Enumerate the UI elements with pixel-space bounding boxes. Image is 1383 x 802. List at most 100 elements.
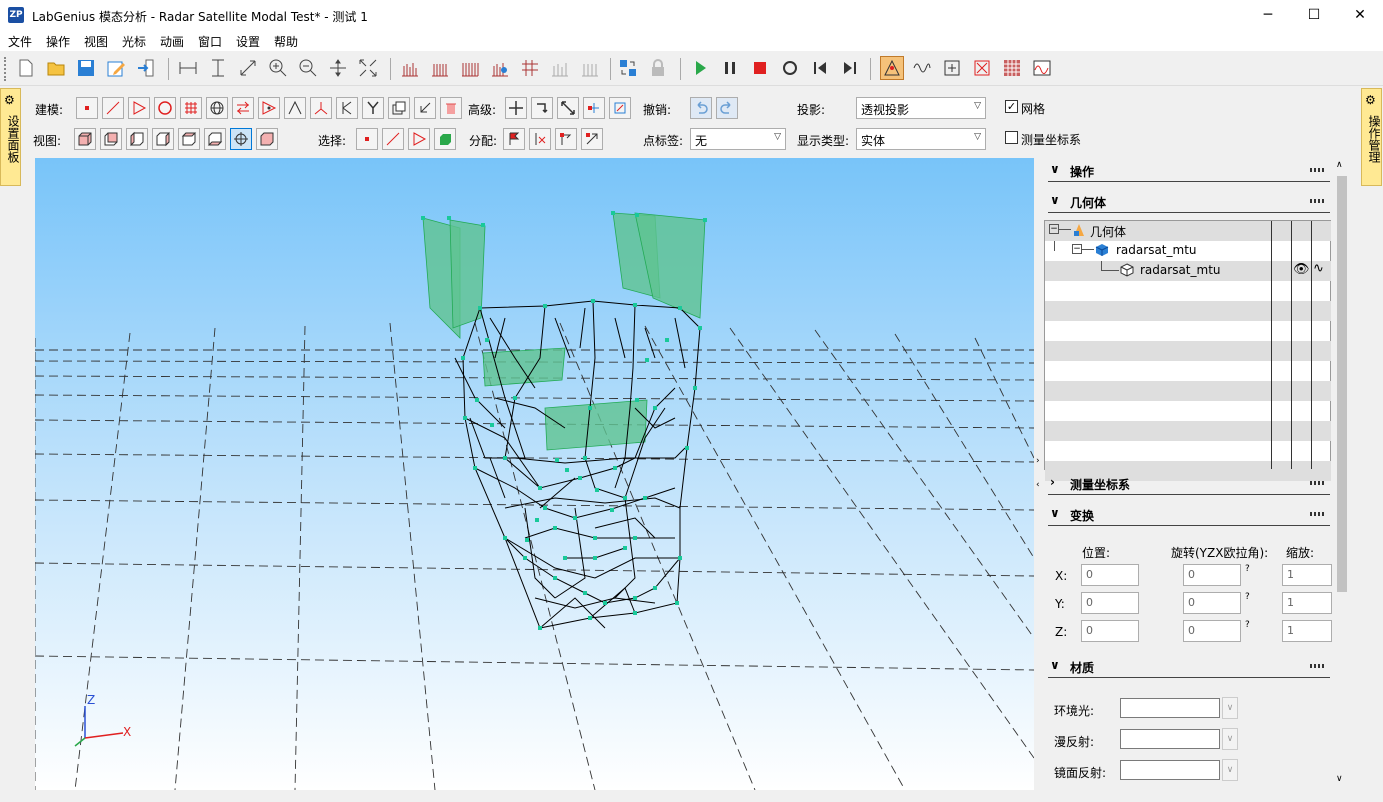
new-file-icon[interactable]	[14, 56, 38, 80]
chevron-left-icon[interactable]: ‹	[1036, 480, 1040, 490]
menu-operation[interactable]: 操作	[46, 33, 70, 50]
rotation-y-input[interactable]: 0	[1183, 592, 1241, 614]
copy-button[interactable]	[388, 97, 410, 119]
add-node-button[interactable]	[583, 97, 605, 119]
geometry-mode-icon[interactable]	[880, 56, 904, 80]
measure-horizontal-icon[interactable]	[176, 56, 200, 80]
stop-icon[interactable]	[748, 56, 772, 80]
ambient-color-box[interactable]	[1120, 698, 1220, 718]
rotation-x-input[interactable]: 0	[1183, 564, 1241, 586]
specular-dropdown[interactable]: ∨	[1222, 759, 1238, 781]
transfer-button[interactable]	[232, 97, 254, 119]
position-z-input[interactable]: 0	[1081, 620, 1139, 642]
scrollbar-thumb[interactable]	[1337, 176, 1347, 592]
assign-remove-button[interactable]	[529, 128, 551, 150]
fit-icon[interactable]	[356, 56, 380, 80]
bar-chart-icon[interactable]	[428, 56, 452, 80]
operation-manager-tab[interactable]: ⚙ 操作管理	[1361, 88, 1382, 186]
bar-chart-icon[interactable]	[398, 56, 422, 80]
point-label-select[interactable]: 无 ▽	[690, 128, 786, 150]
grip-icon[interactable]	[1310, 168, 1324, 172]
bar-chart-icon[interactable]	[458, 56, 482, 80]
move-down-button[interactable]	[414, 97, 436, 119]
open-folder-icon[interactable]	[44, 56, 68, 80]
save-icon[interactable]	[74, 56, 98, 80]
view-front-button[interactable]	[74, 128, 96, 150]
shape-icon[interactable]	[970, 56, 994, 80]
measure-coord-checkbox[interactable]	[1005, 131, 1018, 144]
add-circle-button[interactable]	[154, 97, 176, 119]
view-back-button[interactable]	[100, 128, 122, 150]
grip-icon[interactable]	[1310, 199, 1324, 203]
right-panel-scrollbar[interactable]: ∧ ∨	[1333, 158, 1350, 790]
measure-diagonal-icon[interactable]	[236, 56, 260, 80]
toolbar-grip[interactable]	[4, 57, 7, 81]
view-reset-button[interactable]	[256, 128, 278, 150]
edit-icon[interactable]	[104, 56, 128, 80]
lock-icon[interactable]	[646, 56, 670, 80]
ambient-dropdown[interactable]: ∨	[1222, 697, 1238, 719]
undo-button[interactable]	[690, 97, 712, 119]
redo-button[interactable]	[716, 97, 738, 119]
rotation-x-help[interactable]: ?	[1245, 564, 1250, 574]
skip-back-icon[interactable]	[808, 56, 832, 80]
tree-row[interactable]: − 几何体	[1045, 221, 1331, 241]
minimize-button[interactable]: ─	[1245, 0, 1291, 31]
menu-cursor[interactable]: 光标	[122, 33, 146, 50]
panel-splitter[interactable]: › ‹	[1034, 158, 1044, 790]
view-left-button[interactable]	[126, 128, 148, 150]
geometry-section-header[interactable]: ∨ 几何体	[1048, 191, 1330, 213]
scene-canvas[interactable]: Z X	[35, 158, 1034, 790]
grid-checkbox[interactable]: ✓	[1005, 100, 1018, 113]
collapse-toggle[interactable]: −	[1072, 244, 1082, 254]
specular-color-box[interactable]	[1120, 760, 1220, 780]
grid-chart-icon[interactable]	[518, 56, 542, 80]
menu-window[interactable]: 窗口	[198, 33, 222, 50]
add-line-button[interactable]	[102, 97, 124, 119]
position-y-input[interactable]: 0	[1081, 592, 1139, 614]
zoom-in-icon[interactable]	[266, 56, 290, 80]
grid-chart-icon[interactable]	[548, 56, 572, 80]
menu-view[interactable]: 视图	[84, 33, 108, 50]
collapse-toggle[interactable]: −	[1049, 224, 1059, 234]
delete-button[interactable]	[440, 97, 462, 119]
assign-vector-button[interactable]	[581, 128, 603, 150]
maximize-button[interactable]: ☐	[1291, 0, 1337, 31]
import-icon[interactable]	[134, 56, 158, 80]
grip-icon[interactable]	[1310, 664, 1324, 668]
settings-panel-tab[interactable]: ⚙ 设置面板	[0, 88, 21, 186]
assign-direction-button[interactable]	[555, 128, 577, 150]
pause-icon[interactable]	[718, 56, 742, 80]
operation-section-header[interactable]: ∨ 操作	[1048, 160, 1330, 182]
scale-z-input[interactable]: 1	[1282, 620, 1332, 642]
wave-icon[interactable]: ∿	[1313, 261, 1324, 276]
add-mesh-button[interactable]	[180, 97, 202, 119]
play-icon[interactable]	[688, 56, 712, 80]
add-sphere-button[interactable]	[206, 97, 228, 119]
rotate-button[interactable]	[531, 97, 553, 119]
material-section-header[interactable]: ∨ 材质	[1048, 656, 1330, 678]
move-all-button[interactable]	[505, 97, 527, 119]
rotation-y-help[interactable]: ?	[1245, 592, 1250, 602]
angle-button[interactable]	[284, 97, 306, 119]
tree-row[interactable]: radarsat_mtu 👁 ∿	[1045, 261, 1331, 281]
select-point-button[interactable]	[356, 128, 378, 150]
menu-file[interactable]: 文件	[8, 33, 32, 50]
frame-icon[interactable]	[940, 56, 964, 80]
diffuse-color-box[interactable]	[1120, 729, 1220, 749]
position-x-input[interactable]: 0	[1081, 564, 1139, 586]
tree-row[interactable]: − radarsat_mtu	[1045, 241, 1331, 261]
vector-button[interactable]	[258, 97, 280, 119]
rotation-z-input[interactable]: 0	[1183, 620, 1241, 642]
eye-icon[interactable]: 👁	[1293, 262, 1310, 277]
y-split-button[interactable]	[362, 97, 384, 119]
scale-y-input[interactable]: 1	[1282, 592, 1332, 614]
close-button[interactable]: ✕	[1337, 0, 1383, 31]
display-type-select[interactable]: 实体 ▽	[856, 128, 986, 150]
loop-icon[interactable]	[778, 56, 802, 80]
spectrum-icon[interactable]	[1030, 56, 1054, 80]
scroll-up-icon[interactable]: ∧	[1336, 160, 1343, 170]
view-iso-button[interactable]	[230, 128, 252, 150]
menu-help[interactable]: 帮助	[274, 33, 298, 50]
menu-animation[interactable]: 动画	[160, 33, 184, 50]
